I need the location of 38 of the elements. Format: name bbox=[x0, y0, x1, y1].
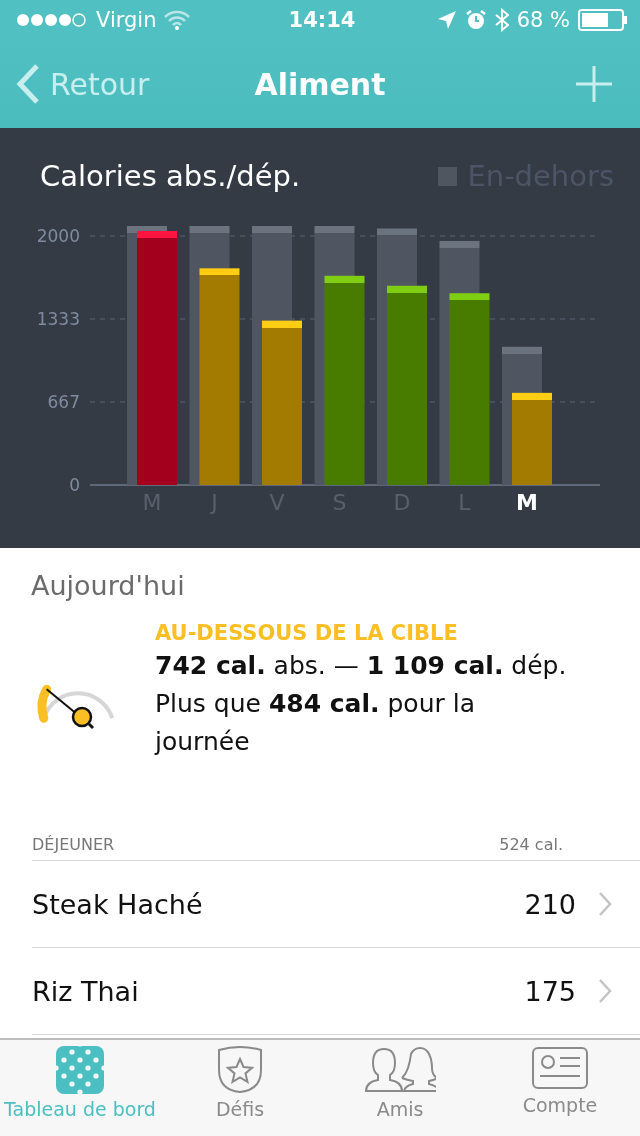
signal-icon bbox=[16, 11, 88, 29]
friends-icon bbox=[364, 1046, 436, 1094]
alarm-icon bbox=[464, 9, 487, 31]
chevron-right-icon bbox=[598, 978, 612, 1004]
tab[interactable]: Tableau de bord bbox=[0, 1040, 160, 1136]
battery-percentage: 68 % bbox=[516, 8, 570, 32]
tab[interactable]: Défis bbox=[160, 1040, 320, 1136]
tab[interactable]: Compte bbox=[480, 1040, 640, 1136]
calorie-summary: 742 cal. abs. — 1 109 cal. dép. bbox=[155, 650, 568, 682]
goal-status: AU-DESSOUS DE LA CIBLE bbox=[155, 621, 459, 645]
id-card-icon bbox=[532, 1046, 588, 1090]
bluetooth-icon bbox=[494, 8, 509, 32]
day-label[interactable]: M bbox=[516, 490, 538, 515]
meal-total: 524 cal. bbox=[499, 835, 563, 854]
chart-title: Calories abs./dép. bbox=[40, 159, 301, 193]
chevron-left-icon bbox=[16, 64, 40, 104]
axis-label: 0 bbox=[69, 475, 80, 495]
back-button[interactable]: Retour bbox=[16, 64, 150, 104]
clock-time: 14:14 bbox=[288, 8, 356, 32]
section-heading: Aujourd'hui bbox=[31, 570, 186, 601]
tab[interactable]: Amis bbox=[320, 1040, 480, 1136]
axis-label: 667 bbox=[47, 391, 80, 412]
dashboard-icon bbox=[56, 1046, 104, 1094]
chevron-right-icon bbox=[598, 891, 612, 917]
axis-label: 1333 bbox=[36, 309, 80, 329]
carrier-name: Virgin bbox=[96, 8, 157, 32]
remaining-calories: Plus que 484 cal. pour la journée bbox=[155, 688, 476, 758]
wifi-icon bbox=[164, 10, 191, 30]
add-button[interactable] bbox=[576, 66, 612, 102]
battery-icon bbox=[578, 9, 628, 31]
meal-name: DÉJEUNER bbox=[32, 835, 115, 854]
food-item[interactable]: Riz Thai 175 bbox=[32, 948, 640, 1035]
axis-label: 2000 bbox=[36, 225, 80, 246]
star-badge-icon bbox=[216, 1046, 264, 1094]
page-title: Aliment bbox=[254, 66, 386, 102]
location-icon bbox=[436, 10, 457, 30]
plus-icon bbox=[576, 66, 612, 102]
food-item[interactable]: Steak Haché 210 bbox=[32, 861, 640, 948]
